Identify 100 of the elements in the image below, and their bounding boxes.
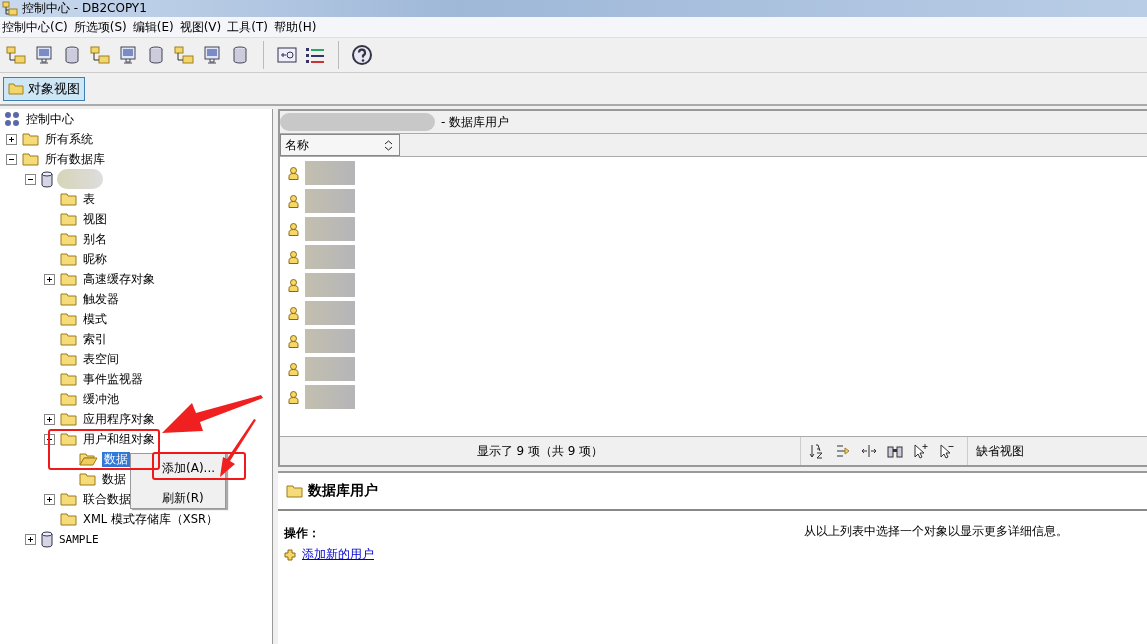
tree-item[interactable]: 触发器 <box>81 291 121 307</box>
tree-item[interactable]: 应用程序对象 <box>81 411 157 427</box>
user-icon <box>288 250 299 264</box>
folder-icon <box>79 472 96 486</box>
folder-icon <box>60 252 77 266</box>
tree-item[interactable]: SAMPLE <box>57 532 101 546</box>
plus-icon <box>284 548 296 561</box>
tree-item[interactable]: 数据 <box>100 471 128 487</box>
expander-icon[interactable] <box>5 133 17 145</box>
user-icon <box>288 362 299 376</box>
redacted-label <box>305 357 355 381</box>
redacted-label <box>57 169 103 189</box>
redacted-label <box>305 385 355 409</box>
redacted-label <box>305 245 355 269</box>
database-icon <box>41 530 53 548</box>
folder-icon <box>8 82 24 95</box>
folder-icon <box>60 212 77 226</box>
tree-item[interactable]: 缓冲池 <box>81 391 121 407</box>
tree-item[interactable]: 用户和组对象 <box>81 431 157 447</box>
tree-item[interactable]: 事件监视器 <box>81 371 145 387</box>
sort-icon[interactable] <box>384 139 393 151</box>
filter-icon[interactable] <box>835 443 851 459</box>
redacted-label <box>305 161 355 185</box>
settings-icon[interactable] <box>276 44 298 66</box>
tree-item[interactable]: 模式 <box>81 311 109 327</box>
folder-icon <box>60 412 77 426</box>
expander-icon[interactable] <box>5 153 17 165</box>
redacted-label <box>305 301 355 325</box>
expander-icon[interactable] <box>43 413 55 425</box>
tree-item[interactable]: 控制中心 <box>24 111 76 127</box>
menu-item[interactable]: 控制中心(C) <box>0 18 72 36</box>
pointer-plus-icon[interactable] <box>913 443 929 459</box>
user-icon <box>288 194 299 208</box>
user-icon <box>288 222 299 236</box>
menu-item[interactable]: 编辑(E) <box>130 18 178 36</box>
details-title: 数据库用户 <box>308 482 378 500</box>
redacted-label <box>305 189 355 213</box>
window-title: 控制中心 - DB2COPY1 <box>22 0 147 17</box>
expander-icon[interactable] <box>43 493 55 505</box>
sort-icon[interactable] <box>809 443 825 459</box>
database-icon <box>41 170 53 188</box>
menu-item[interactable]: 视图(V) <box>177 18 226 36</box>
tree-item[interactable]: 高速缓存对象 <box>81 271 157 287</box>
user-icon <box>288 390 299 404</box>
folder-icon <box>22 132 39 146</box>
redacted-label <box>305 329 355 353</box>
user-icon <box>288 278 299 292</box>
tree-item[interactable]: 联合数据 <box>81 491 133 507</box>
tree-item[interactable]: 所有系统 <box>43 131 95 147</box>
expander-icon[interactable] <box>43 273 55 285</box>
add-user-link[interactable]: 添加新的用户 <box>302 546 374 563</box>
tree-item[interactable]: 昵称 <box>81 251 109 267</box>
details-hint: 从以上列表中选择一个对象以显示更多详细信息。 <box>804 523 1068 540</box>
menu-item[interactable]: 刷新(R) <box>162 488 204 509</box>
item-count: 显示了 9 项（共 9 项） <box>475 442 605 460</box>
folder-icon <box>60 272 77 286</box>
pointer-minus-icon[interactable] <box>939 443 955 459</box>
tree-item[interactable]: XML 模式存储库（XSR） <box>81 511 221 527</box>
view-name: 缺省视图 <box>975 442 1024 460</box>
folder-icon <box>60 392 77 406</box>
tree-item[interactable]: 表 <box>81 191 97 207</box>
help-icon[interactable] <box>351 44 373 66</box>
user-icon <box>288 334 299 348</box>
tree-item[interactable]: 别名 <box>81 231 109 247</box>
folder-icon <box>60 292 77 306</box>
folder-icon <box>60 372 77 386</box>
expander-icon[interactable] <box>24 173 36 185</box>
folder-icon <box>60 492 77 506</box>
columns-icon[interactable] <box>861 443 877 459</box>
tree-item[interactable]: 数据 <box>102 451 130 467</box>
folder-icon <box>60 312 77 326</box>
redacted-label <box>305 273 355 297</box>
folder-tree-icon <box>2 0 18 17</box>
user-icon <box>288 306 299 320</box>
folder-icon <box>60 512 77 526</box>
folder-icon <box>60 352 77 366</box>
nodes-icon <box>4 111 20 127</box>
folder-icon <box>60 192 77 206</box>
folder-icon <box>286 484 303 498</box>
menu-item[interactable]: 帮助(H) <box>271 18 321 36</box>
tree-item[interactable]: 表空间 <box>81 351 121 367</box>
list-title: - 数据库用户 <box>441 113 510 131</box>
redacted-label <box>305 217 355 241</box>
tree-item[interactable]: 视图 <box>81 211 109 227</box>
menu-item[interactable]: 工具(T) <box>225 18 272 36</box>
expander-icon[interactable] <box>24 533 36 545</box>
folder-icon <box>22 152 39 166</box>
column-header[interactable]: 名称 <box>280 134 400 156</box>
menu-item[interactable]: 添加(A)... <box>162 458 215 479</box>
folder-icon <box>60 232 77 246</box>
binoculars-icon[interactable] <box>887 443 903 459</box>
folder-tree-icon[interactable] <box>5 44 27 66</box>
menu-item[interactable]: 所选项(S) <box>71 18 131 36</box>
folder-icon <box>60 432 77 446</box>
tree-item[interactable]: 索引 <box>81 331 109 347</box>
user-icon <box>288 166 299 180</box>
object-view-tab[interactable]: 对象视图 <box>3 76 85 101</box>
open-folder-icon <box>79 452 98 466</box>
folder-icon <box>60 332 77 346</box>
tree-item[interactable]: 所有数据库 <box>43 151 107 167</box>
